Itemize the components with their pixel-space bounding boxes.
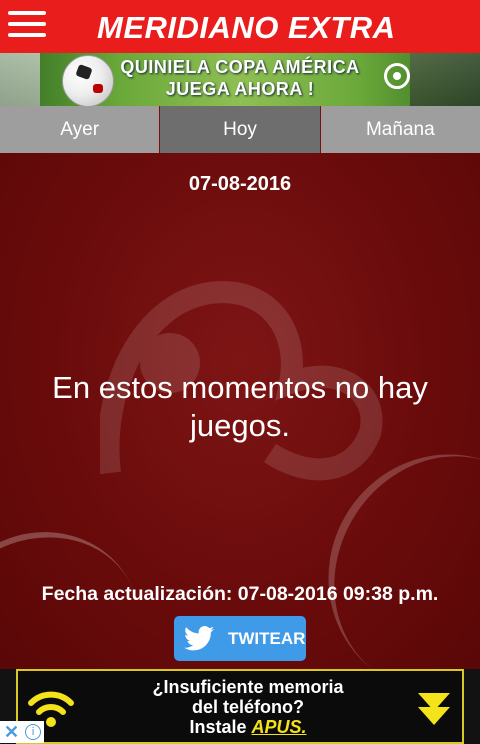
player-image bbox=[410, 53, 480, 106]
tweet-button-label: TWITEAR bbox=[228, 628, 306, 648]
hamburger-menu-icon[interactable] bbox=[8, 11, 46, 41]
info-icon[interactable]: i bbox=[25, 724, 42, 740]
twitter-bird-icon bbox=[184, 626, 214, 651]
tab-ayer[interactable]: Ayer bbox=[0, 106, 161, 153]
soccer-ball-icon bbox=[62, 55, 114, 106]
banner-subtitle: JUEGA AHORA ! bbox=[165, 79, 315, 99]
soccer-logo-icon bbox=[384, 63, 410, 89]
ad-line-3: Instale APUS. bbox=[88, 717, 408, 738]
ad-line-2: del teléfono? bbox=[192, 697, 304, 717]
app-header: MERIDIANO EXTRA bbox=[0, 0, 480, 53]
last-updated: Fecha actualización: 07-08-2016 09:38 p.… bbox=[41, 583, 439, 605]
ad-line-1: ¿Insuficiente memoria bbox=[152, 677, 344, 697]
current-date: 07-08-2016 bbox=[188, 173, 292, 195]
tab-manana[interactable]: Mañana bbox=[320, 106, 480, 153]
promo-banner[interactable]: QUINIELA COPA AMÉRICA JUEGA AHORA ! bbox=[0, 53, 480, 106]
ad-close-controls: ✕ i bbox=[0, 721, 44, 743]
tab-hoy[interactable]: Hoy bbox=[160, 106, 321, 153]
app-title: MERIDIANO EXTRA bbox=[97, 10, 396, 45]
close-icon[interactable]: ✕ bbox=[4, 722, 19, 743]
download-arrow-icon bbox=[418, 693, 450, 725]
ad-banner[interactable]: ¿Insuficiente memoria del teléfono? Inst… bbox=[0, 669, 480, 744]
ad-line-3-prefix: Instale bbox=[189, 717, 252, 737]
day-tabs: Ayer Hoy Mañana bbox=[0, 106, 480, 153]
ad-content[interactable]: ¿Insuficiente memoria del teléfono? Inst… bbox=[16, 669, 464, 744]
banner-title: QUINIELA COPA AMÉRICA bbox=[120, 57, 360, 77]
no-games-message: En estos momentos no hay juegos. bbox=[52, 370, 428, 443]
main-content: 07-08-2016 En estos momentos no hay jueg… bbox=[0, 153, 480, 669]
tweet-button[interactable]: TWITEAR bbox=[174, 616, 306, 661]
ad-brand: APUS. bbox=[251, 717, 307, 737]
player-image bbox=[0, 53, 40, 106]
